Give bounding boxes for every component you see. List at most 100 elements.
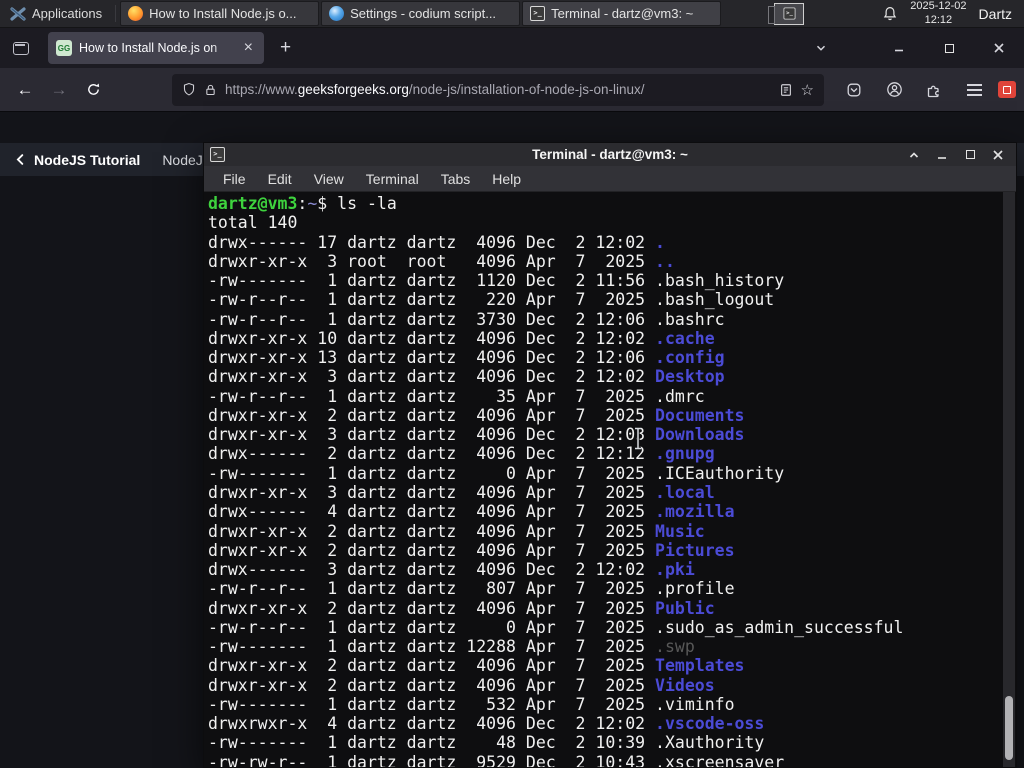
tracking-shield-icon[interactable] — [182, 82, 196, 97]
listing-meta: -rw-r--r-- 1 dartz dartz 35 Apr 7 2025 — [208, 386, 656, 406]
listing-filename: .xscreensaver — [655, 752, 785, 767]
site-nav-primary[interactable]: NodeJS Tutorial — [14, 152, 140, 168]
chevron-up-icon — [909, 151, 919, 158]
listing-meta: drwx------ 4 dartz dartz 4096 Apr 7 2025 — [208, 502, 656, 522]
notification-bell-icon[interactable] — [882, 6, 898, 22]
terminal-output[interactable]: dartz@vm3:~$ ls -la total 140 drwx------… — [204, 192, 1016, 767]
window-close-button[interactable] — [986, 35, 1012, 61]
terminal-listing-row: drwxr-xr-x 2 dartz dartz 4096 Apr 7 2025… — [208, 406, 1000, 425]
taskbar-button-terminal[interactable]: >_ Terminal - dartz@vm3: ~ — [522, 1, 722, 26]
terminal-listing: drwx------ 17 dartz dartz 4096 Dec 2 12:… — [208, 233, 1000, 767]
firefox-icon — [128, 6, 144, 21]
red-extension-icon[interactable] — [998, 81, 1016, 98]
terminal-listing-row: drwxr-xr-x 2 dartz dartz 4096 Apr 7 2025… — [208, 676, 1000, 695]
tab-close-button[interactable]: × — [241, 39, 256, 57]
terminal-menu-item[interactable]: File — [212, 171, 257, 187]
listing-meta: drwxrwxr-x 4 dartz dartz 4096 Dec 2 12:0… — [208, 714, 656, 734]
terminal-total-line: total 140 — [208, 213, 298, 233]
panel-separator — [115, 5, 117, 22]
panel-username[interactable]: Dartz — [979, 6, 1016, 22]
listing-filename: .bash_logout — [655, 290, 775, 310]
listing-filename: Desktop — [655, 367, 725, 387]
extensions-button[interactable] — [918, 75, 950, 105]
forward-button[interactable]: → — [42, 75, 76, 105]
listing-filename: .ICEauthority — [655, 463, 785, 483]
terminal-listing-row: -rw------- 1 dartz dartz 1120 Dec 2 11:5… — [208, 271, 1000, 290]
maximize-icon — [944, 43, 954, 53]
chevron-down-icon — [816, 45, 826, 51]
terminal-menu-item[interactable]: Tabs — [430, 171, 482, 187]
applications-icon — [10, 6, 26, 21]
terminal-listing-row: drwxr-xr-x 10 dartz dartz 4096 Dec 2 12:… — [208, 329, 1000, 348]
close-icon — [994, 43, 1004, 53]
window-minimize-button[interactable] — [886, 35, 912, 61]
menu-button[interactable] — [958, 75, 990, 105]
url-protocol: https://www. — [225, 82, 298, 97]
terminal-scrollbar-thumb[interactable] — [1005, 696, 1013, 760]
pocket-button[interactable] — [838, 75, 870, 105]
close-icon — [993, 149, 1003, 160]
tab-title-fade — [210, 36, 238, 60]
applications-menu-button[interactable]: Applications — [0, 0, 112, 27]
terminal-listing-row: -rw------- 1 dartz dartz 48 Dec 2 10:39 … — [208, 733, 1000, 752]
terminal-listing-row: drwxr-xr-x 2 dartz dartz 4096 Apr 7 2025… — [208, 541, 1000, 560]
top-panel: Applications How to Install Node.js o...… — [0, 0, 1024, 28]
terminal-menu-item[interactable]: View — [303, 171, 355, 187]
listing-filename: .cache — [655, 328, 715, 348]
listing-meta: drwxr-xr-x 2 dartz dartz 4096 Apr 7 2025 — [208, 540, 656, 560]
taskbar-button-firefox[interactable]: How to Install Node.js o... — [120, 1, 320, 26]
reload-button[interactable] — [76, 75, 110, 105]
account-button[interactable] — [878, 75, 910, 105]
listing-meta: drwx------ 3 dartz dartz 4096 Dec 2 12:0… — [208, 560, 656, 580]
listing-meta: -rw-r--r-- 1 dartz dartz 220 Apr 7 2025 — [208, 290, 656, 310]
bookmark-star-icon[interactable]: ☆ — [801, 81, 814, 99]
terminal-scrollbar[interactable] — [1003, 192, 1015, 767]
terminal-menu-item[interactable]: Help — [481, 171, 532, 187]
prompt-user-host: dartz@vm3 — [208, 194, 298, 213]
back-button[interactable]: ← — [8, 75, 42, 105]
url-bar[interactable]: https://www.geeksforgeeks.org/node-js/in… — [172, 73, 824, 106]
list-all-tabs-button[interactable] — [808, 35, 834, 61]
window-maximize-button[interactable] — [936, 35, 962, 61]
workspace-cell[interactable]: >_ — [768, 2, 805, 25]
listing-meta: -rw------- 1 dartz dartz 1120 Dec 2 11:5… — [208, 271, 656, 291]
terminal-maximize-button[interactable] — [962, 147, 978, 163]
taskbar-button-settings[interactable]: Settings - codium script... — [321, 1, 521, 26]
firefox-view-button[interactable] — [6, 34, 36, 62]
terminal-close-button[interactable] — [990, 147, 1006, 163]
panel-clock[interactable]: 2025-12-02 12:12 — [910, 0, 966, 26]
new-tab-button[interactable]: + — [270, 37, 301, 59]
terminal-title: Terminal - dartz@vm3: ~ — [532, 147, 688, 162]
terminal-menu-item[interactable]: Terminal — [355, 171, 430, 187]
listing-meta: drwxr-xr-x 3 dartz dartz 4096 Dec 2 12:0… — [208, 425, 656, 445]
shade-button[interactable] — [906, 147, 922, 163]
terminal-listing-row: -rw-r--r-- 1 dartz dartz 807 Apr 7 2025 … — [208, 579, 1000, 598]
reader-mode-icon[interactable] — [779, 83, 793, 97]
terminal-listing-row: drwx------ 17 dartz dartz 4096 Dec 2 12:… — [208, 233, 1000, 252]
workspace-switcher[interactable]: >_ — [768, 0, 805, 27]
listing-meta: -rw------- 1 dartz dartz 0 Apr 7 2025 — [208, 463, 656, 483]
terminal-listing-row: -rw-r--r-- 1 dartz dartz 0 Apr 7 2025 .s… — [208, 618, 1000, 637]
panel-status-area: 2025-12-02 12:12 Dartz — [882, 0, 1024, 27]
terminal-listing-row: drwxr-xr-x 3 dartz dartz 4096 Apr 7 2025… — [208, 483, 1000, 502]
tab-bar: GG How to Install Node.js on × + — [0, 28, 1024, 68]
terminal-listing-row: drwxrwxr-x 4 dartz dartz 4096 Dec 2 12:0… — [208, 714, 1000, 733]
red-extension-glyph — [1003, 85, 1011, 94]
terminal-titlebar[interactable]: >_ Terminal - dartz@vm3: ~ — [204, 143, 1016, 166]
listing-filename: .local — [655, 482, 715, 502]
listing-filename: .gnupg — [655, 444, 715, 464]
listing-meta: drwx------ 17 dartz dartz 4096 Dec 2 12:… — [208, 232, 656, 252]
listing-filename: Documents — [655, 405, 745, 425]
reload-icon — [87, 83, 99, 95]
toolbar-extensions-area — [838, 75, 1016, 105]
lock-icon[interactable] — [204, 83, 217, 97]
terminal-menu-item[interactable]: Edit — [257, 171, 303, 187]
url-text[interactable]: https://www.geeksforgeeks.org/node-js/in… — [225, 82, 771, 97]
listing-meta: drwxr-xr-x 3 root root 4096 Apr 7 2025 — [208, 251, 656, 271]
terminal-listing-row: -rw-r--r-- 1 dartz dartz 3730 Dec 2 12:0… — [208, 310, 1000, 329]
terminal-menubar: File Edit View Terminal Tabs Help — [204, 166, 1016, 192]
terminal-minimize-button[interactable] — [934, 147, 950, 163]
active-tab[interactable]: GG How to Install Node.js on × — [48, 32, 264, 64]
terminal-listing-row: -rw-r--r-- 1 dartz dartz 35 Apr 7 2025 .… — [208, 387, 1000, 406]
hamburger-icon — [966, 88, 982, 91]
